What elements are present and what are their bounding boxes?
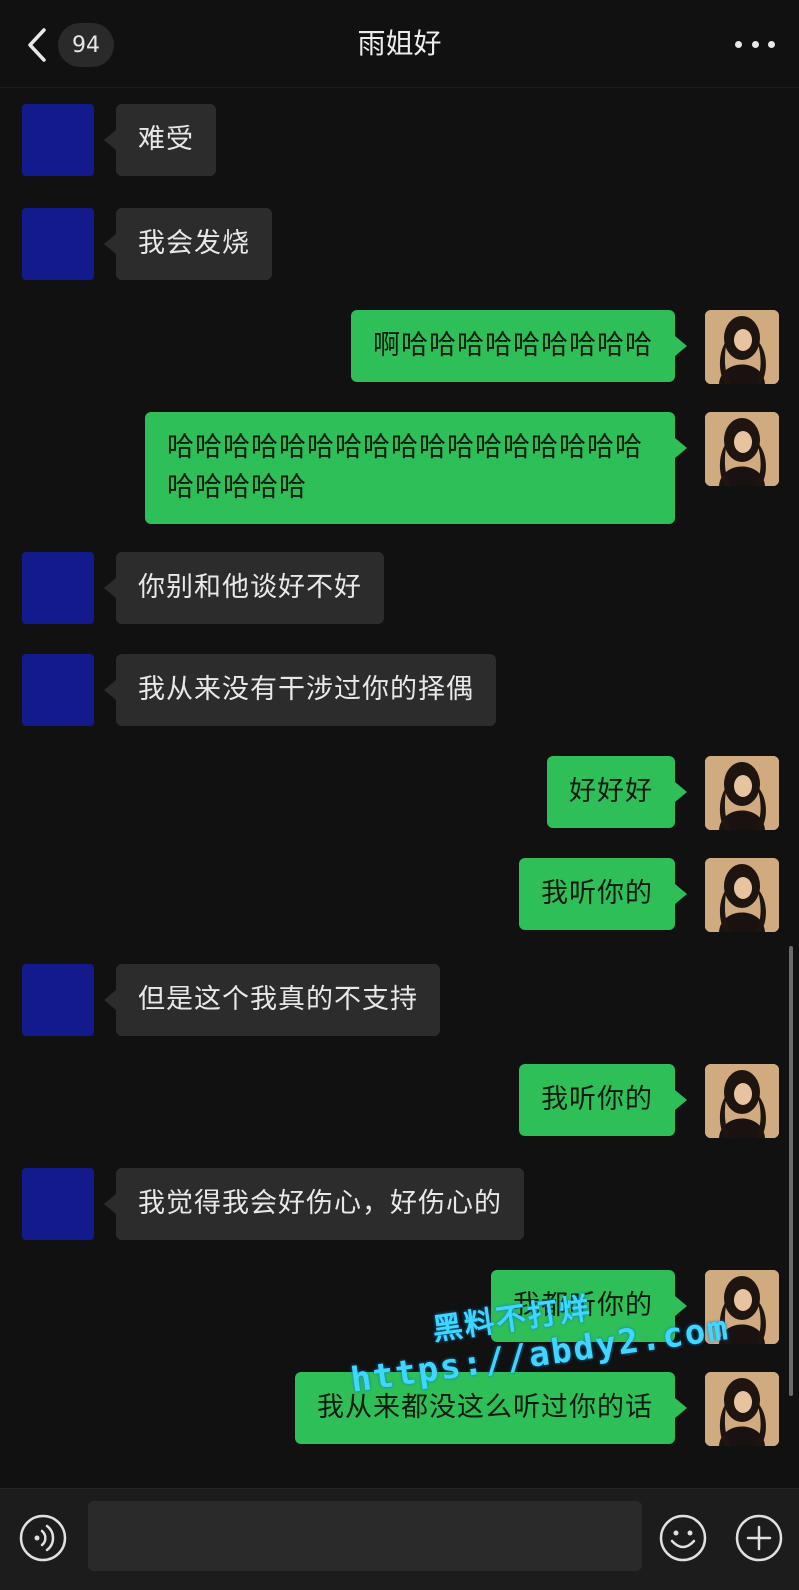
contact-avatar[interactable] (22, 654, 94, 726)
voice-icon[interactable] (18, 1513, 68, 1563)
message-bubble[interactable]: 我从来没有干涉过你的择偶 (104, 654, 496, 726)
contact-avatar[interactable] (22, 552, 94, 624)
user-avatar-image (705, 1270, 779, 1344)
message-bubble[interactable]: 我听你的 (519, 858, 687, 930)
input-bar (0, 1488, 799, 1590)
message-bubble[interactable]: 我都听你的 (491, 1270, 687, 1342)
message-bubble[interactable]: 我听你的 (519, 1064, 687, 1136)
message-bubble[interactable]: 啊哈哈哈哈哈哈哈哈哈 (351, 310, 687, 382)
message-bubble[interactable]: 难受 (104, 104, 216, 176)
message-bubble[interactable]: 但是这个我真的不支持 (104, 964, 440, 1036)
user-avatar-image (705, 756, 779, 830)
ellipsis-icon (735, 40, 742, 48)
message-bubble[interactable]: 哈哈哈哈哈哈哈哈哈哈哈哈哈哈哈哈哈哈哈哈哈哈 (145, 412, 687, 524)
user-avatar-image (705, 1372, 779, 1446)
chat-header: 94 雨姐好 (0, 0, 799, 88)
message-bubble[interactable]: 你别和他谈好不好 (104, 552, 384, 624)
user-avatar[interactable] (705, 1270, 779, 1344)
user-avatar-image (705, 858, 779, 932)
user-avatar[interactable] (705, 412, 779, 486)
user-avatar[interactable] (705, 858, 779, 932)
plus-icon[interactable] (734, 1513, 784, 1563)
message-list[interactable]: 难受 我会发烧 啊哈哈哈哈哈哈哈哈哈 哈哈哈哈哈哈哈哈哈哈哈哈哈哈哈哈哈哈哈哈哈… (0, 88, 799, 1488)
scrollbar[interactable] (789, 946, 793, 1396)
user-avatar[interactable] (705, 1064, 779, 1138)
user-avatar-image (705, 310, 779, 384)
message-input[interactable] (88, 1501, 642, 1571)
message-bubble[interactable]: 好好好 (547, 756, 687, 828)
contact-avatar[interactable] (22, 964, 94, 1036)
user-avatar-image (705, 1064, 779, 1138)
user-avatar-image (705, 412, 779, 486)
user-avatar[interactable] (705, 756, 779, 830)
user-avatar[interactable] (705, 310, 779, 384)
contact-avatar[interactable] (22, 1168, 94, 1240)
message-bubble[interactable]: 我从来都没这么听过你的话 (295, 1372, 687, 1444)
contact-avatar[interactable] (22, 208, 94, 280)
emoji-icon[interactable] (658, 1513, 708, 1563)
more-options-button[interactable] (735, 30, 775, 58)
user-avatar[interactable] (705, 1372, 779, 1446)
chat-title: 雨姐好 (357, 27, 442, 60)
message-bubble[interactable]: 我会发烧 (104, 208, 272, 280)
contact-avatar[interactable] (22, 104, 94, 176)
message-bubble[interactable]: 我觉得我会好伤心，好伤心的 (104, 1168, 524, 1240)
